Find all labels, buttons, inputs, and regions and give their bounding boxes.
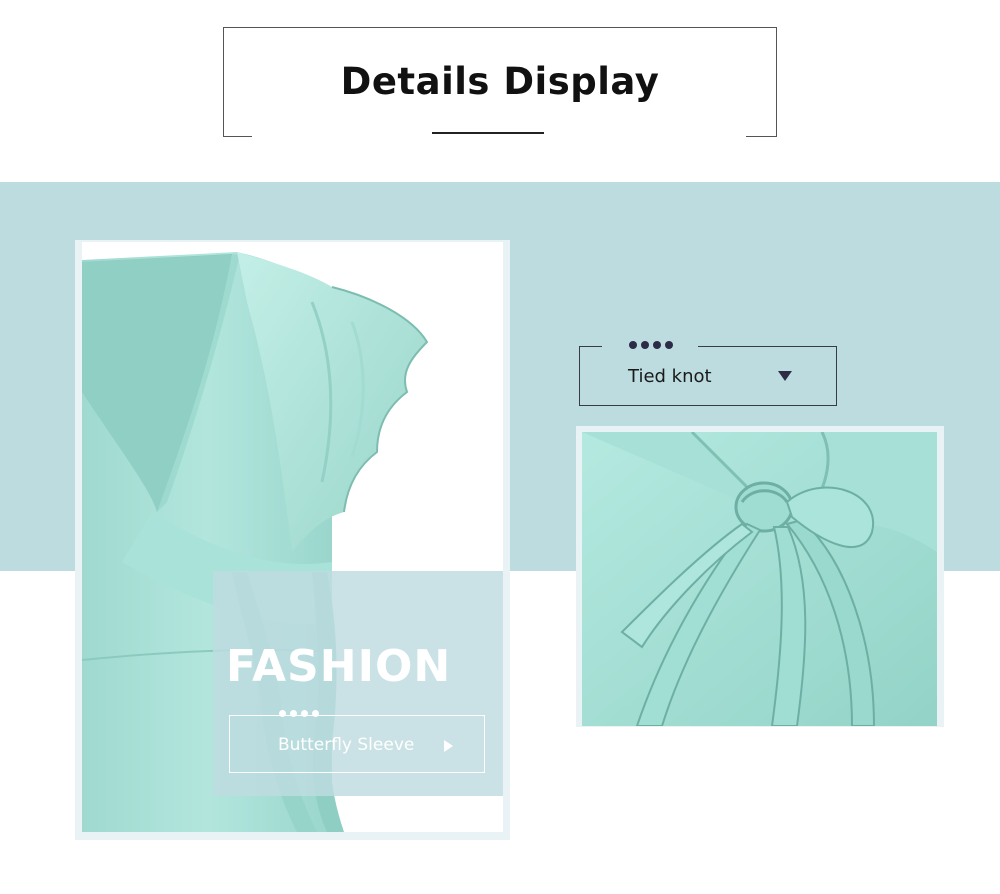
fashion-heading: FASHION [226, 641, 452, 692]
butterfly-sleeve-label: Butterfly Sleeve [278, 735, 415, 755]
page-title: Details Display [340, 60, 660, 103]
title-underline [432, 132, 544, 134]
tied-knot-photo [582, 432, 937, 726]
tied-knot-label: Tied knot [628, 366, 712, 387]
title-frame: Details Display [223, 27, 777, 137]
dots-icon [279, 710, 319, 718]
play-arrow-icon [444, 740, 453, 752]
dots-icon [629, 341, 673, 350]
caret-down-icon [778, 371, 792, 381]
